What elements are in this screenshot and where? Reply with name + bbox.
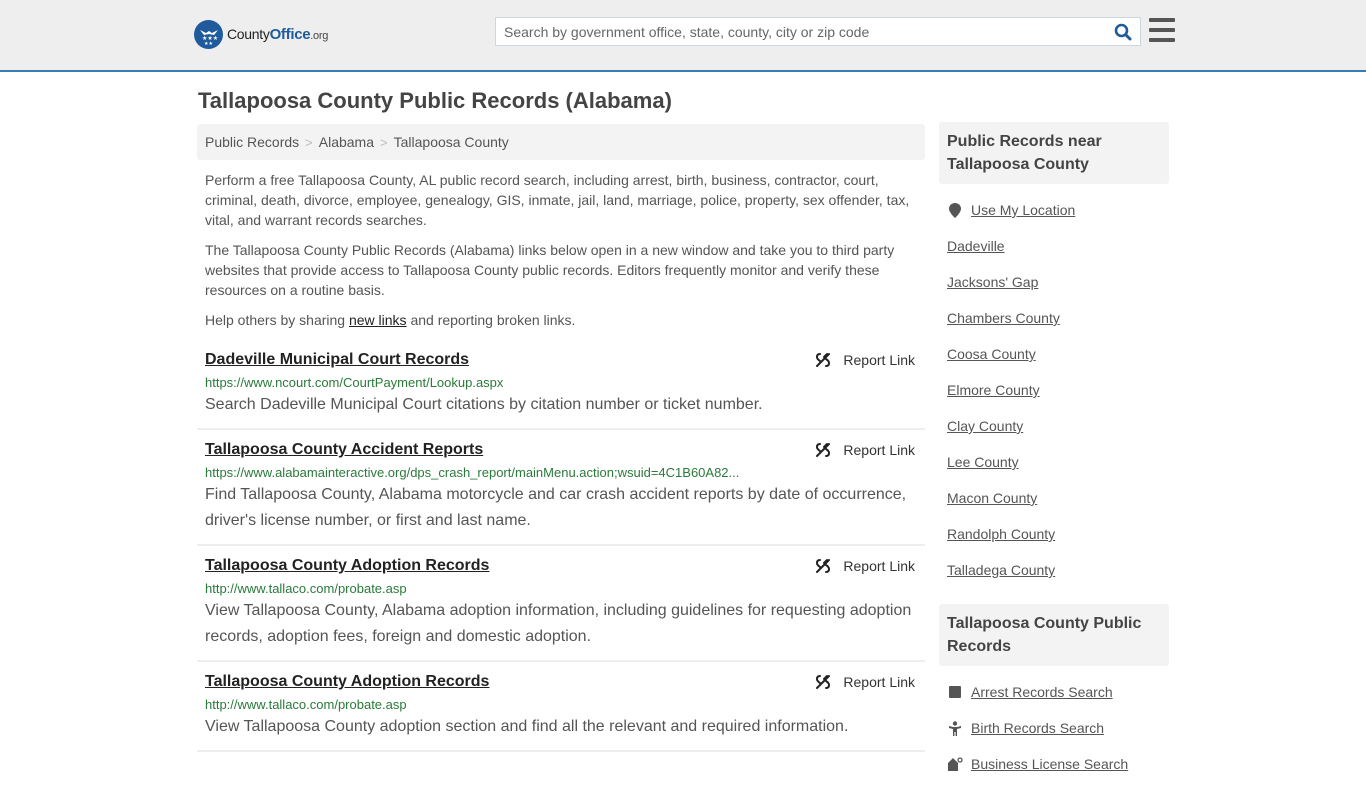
site-logo[interactable]: ★★★ ★★ CountyOffice.org [194,20,328,49]
nearby-item: Jacksons' Gap [947,264,1161,300]
report-link-button[interactable]: Report Link [815,442,915,458]
business-icon [947,757,963,771]
breadcrumb-alabama[interactable]: Alabama [319,134,374,150]
breadcrumb-public-records[interactable]: Public Records [205,134,299,150]
nearby-item: Talladega County [947,552,1161,588]
sidebar: Public Records near Tallapoosa County Us… [939,122,1169,792]
menu-bar [1149,18,1175,22]
county-records-heading: Tallapoosa County Public Records [939,604,1169,666]
report-link-button[interactable]: Report Link [815,352,915,368]
result-url: https://www.ncourt.com/CourtPayment/Look… [205,375,504,390]
business-license-link[interactable]: Business License Search [971,756,1128,772]
intro-paragraph-1: Perform a free Tallapoosa County, AL pub… [205,172,910,228]
nearby-item: Elmore County [947,372,1161,408]
county-records-list: Arrest Records Search Birth Records Sear… [939,666,1169,792]
nearby-item: Macon County [947,480,1161,516]
child-icon [947,720,963,736]
birth-records-link[interactable]: Birth Records Search [971,720,1104,736]
nearby-item: Randolph County [947,516,1161,552]
nearby-item: Dadeville [947,228,1161,264]
county-record-item: Birth Records Search [947,710,1161,746]
result-title-link[interactable]: Tallapoosa County Adoption Records [205,672,489,692]
result-title-link[interactable]: Dadeville Municipal Court Records [205,350,469,370]
result-description: Search Dadeville Municipal Court citatio… [205,396,763,413]
result-url: https://www.alabamainteractive.org/dps_c… [205,465,740,480]
breadcrumb-tallapoosa-county[interactable]: Tallapoosa County [394,134,509,150]
nearby-link-coosa-county[interactable]: Coosa County [947,346,1036,362]
result-url: http://www.tallaco.com/probate.asp [205,697,407,712]
result-item: Tallapoosa County Adoption Records Repor… [197,662,925,752]
nearby-records-heading: Public Records near Tallapoosa County [939,122,1169,184]
nearby-item: Lee County [947,444,1161,480]
new-links-link[interactable]: new links [349,312,407,328]
nearby-item: Clay County [947,408,1161,444]
menu-bar [1149,38,1175,42]
search-icon [1114,23,1132,40]
logo-text: CountyOffice.org [227,26,329,43]
result-item: Dadeville Municipal Court Records Report… [197,346,925,430]
site-header: ★★★ ★★ CountyOffice.org [0,0,1366,72]
result-description: Find Tallapoosa County, Alabama motorcyc… [205,486,907,529]
intro-text: Perform a free Tallapoosa County, AL pub… [205,170,920,340]
menu-bar [1149,28,1175,32]
nearby-link-jacksons-gap[interactable]: Jacksons' Gap [947,274,1038,290]
breadcrumb: Public Records > Alabama > Tallapoosa Co… [197,124,925,160]
map-marker-icon [947,202,963,218]
result-title-link[interactable]: Tallapoosa County Adoption Records [205,556,489,576]
county-record-item: Arrest Records Search [947,674,1161,710]
county-record-item: Business License Search [947,746,1161,782]
report-link-button[interactable]: Report Link [815,674,915,690]
breadcrumb-separator: > [380,134,388,150]
square-icon [947,686,963,698]
intro-paragraph-2: The Tallapoosa County Public Records (Al… [205,242,895,298]
eagle-logo-icon: ★★★ ★★ [194,20,223,49]
nearby-link-randolph-county[interactable]: Randolph County [947,526,1055,542]
nearby-item: Chambers County [947,300,1161,336]
broken-link-icon [816,353,831,367]
use-my-location-link[interactable]: Use My Location [971,202,1075,218]
result-description: View Tallapoosa County, Alabama adoption… [205,602,912,645]
intro-paragraph-3: Help others by sharing new links and rep… [205,312,576,328]
nearby-link-dadeville[interactable]: Dadeville [947,238,1005,254]
search-button[interactable] [1106,18,1140,45]
hamburger-menu-button[interactable] [1149,18,1175,42]
result-item: Tallapoosa County Accident Reports Repor… [197,430,925,546]
nearby-list: Use My Location Dadeville Jacksons' Gap … [939,184,1169,598]
result-description: View Tallapoosa County adoption section … [205,718,849,735]
broken-link-icon [816,559,831,573]
arrest-records-link[interactable]: Arrest Records Search [971,684,1113,700]
result-title-link[interactable]: Tallapoosa County Accident Reports [205,440,483,460]
nearby-link-lee-county[interactable]: Lee County [947,454,1019,470]
broken-link-icon [816,443,831,457]
result-item: Tallapoosa County Adoption Records Repor… [197,546,925,662]
nearby-link-chambers-county[interactable]: Chambers County [947,310,1060,326]
nearby-link-macon-county[interactable]: Macon County [947,490,1037,506]
nearby-item: Coosa County [947,336,1161,372]
nearby-link-clay-county[interactable]: Clay County [947,418,1023,434]
result-url: http://www.tallaco.com/probate.asp [205,581,407,596]
page-title: Tallapoosa County Public Records (Alabam… [198,88,672,113]
nearby-link-talladega-county[interactable]: Talladega County [947,562,1055,578]
report-link-button[interactable]: Report Link [815,558,915,574]
broken-link-icon [816,675,831,689]
svg-text:★★: ★★ [204,41,213,46]
nearby-link-elmore-county[interactable]: Elmore County [947,382,1040,398]
results-list: Dadeville Municipal Court Records Report… [197,346,925,752]
breadcrumb-separator: > [305,134,313,150]
use-my-location-item: Use My Location [947,192,1161,228]
search-input[interactable] [496,18,1106,45]
search-box [495,17,1141,46]
